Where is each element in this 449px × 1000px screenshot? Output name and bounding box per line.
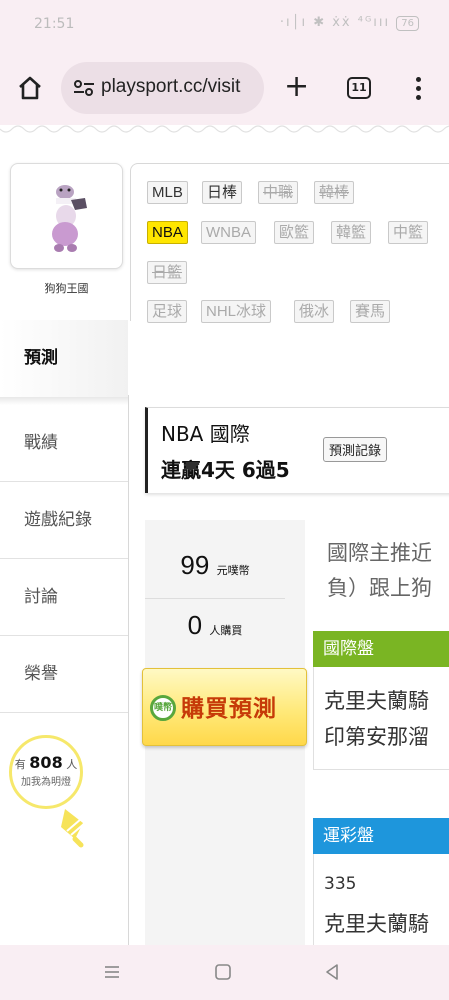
prediction-header: NBA 國際 連贏4天 6過5 預測記錄 — [145, 407, 449, 493]
page-divider — [0, 125, 449, 133]
coin-icon: 噗幣 — [150, 695, 176, 721]
more-menu-icon[interactable] — [410, 74, 426, 104]
lottery-game-code: 335 — [324, 874, 357, 894]
lottery-pick-line-1: 克里夫蘭騎 — [324, 912, 429, 936]
price-display: 99 元噗幣 — [145, 550, 285, 581]
league-tag-cba[interactable]: 中籃 — [388, 221, 429, 244]
status-bar: 21:51 ·ı│ı ✱ ẋẋ ⁴ᴳııı 76 — [0, 0, 449, 50]
league-tag-khl[interactable]: 俄冰 — [294, 300, 335, 323]
status-signal-icons: ·ı│ı ✱ ẋẋ ⁴ᴳııı — [279, 15, 391, 30]
buyers-value: 0 — [187, 610, 203, 640]
system-nav-bar — [0, 945, 449, 1000]
lamp-widget[interactable]: 有 808 人 加我為明燈 — [9, 735, 89, 848]
league-tag-nhl[interactable]: NHL冰球 — [201, 300, 272, 323]
league-tag-npb[interactable]: 日棒 — [202, 181, 243, 204]
recent-apps-icon[interactable] — [102, 962, 122, 982]
prediction-streak: 連贏4天 6過5 — [161, 458, 290, 482]
league-selector: MLB 日棒 中職 韓棒 NBA WNBA 歐籃 韓籃 中籃 日籃 足球 NHL… — [130, 163, 449, 323]
prediction-record-button[interactable]: 預測記錄 — [323, 437, 388, 462]
intl-pick-line-1: 克里夫蘭騎 — [324, 689, 429, 713]
intl-odds-body: 克里夫蘭騎 印第安那溜 — [313, 667, 449, 770]
lamp-circle — [9, 735, 83, 809]
buyers-unit: 人購買 — [209, 625, 243, 637]
league-tag-nba[interactable]: NBA — [147, 221, 188, 244]
lamp-count: 有 808 人 — [9, 753, 83, 772]
intro-line-1: 國際主推近 — [327, 541, 432, 565]
url-text: playsport.cc/visit — [101, 76, 241, 97]
home-icon[interactable] — [16, 74, 44, 102]
lamp-count-value: 808 — [29, 753, 63, 772]
home-nav-icon[interactable] — [213, 962, 233, 982]
buy-prediction-label: 購買預測 — [181, 696, 277, 722]
league-tag-horse-racing[interactable]: 賽馬 — [350, 300, 391, 323]
prediction-title: NBA 國際 — [161, 422, 250, 446]
lamp-prefix: 有 — [14, 758, 26, 771]
nav-separator — [0, 397, 128, 405]
battery-icon: 76 — [396, 16, 419, 31]
buyers-display: 0 人購買 — [145, 610, 285, 641]
lightbulb-icon — [61, 809, 86, 848]
stats-divider — [145, 598, 285, 599]
site-settings-icon[interactable] — [73, 78, 95, 98]
league-tag-cpbl[interactable]: 中職 — [258, 181, 299, 204]
league-tag-wnba[interactable]: WNBA — [201, 221, 256, 244]
prediction-content: 國際主推近 負）跟上狗 國際盤 克里夫蘭騎 印第安那溜 運彩盤 335 克里夫蘭… — [313, 520, 449, 945]
lamp-suffix: 人 — [66, 758, 78, 771]
lottery-odds-body: 335 克里夫蘭騎 — [313, 854, 449, 945]
status-icons: ·ı│ı ✱ ẋẋ ⁴ᴳııı 76 — [280, 15, 419, 31]
nav-item-discussion[interactable]: 討論 — [0, 559, 128, 636]
intl-odds-header: 國際盤 — [313, 631, 449, 667]
price-unit: 元噗幣 — [216, 565, 250, 577]
league-tag-soccer[interactable]: 足球 — [147, 300, 188, 323]
league-tag-euro-basketball[interactable]: 歐籃 — [274, 221, 315, 244]
column-divider — [128, 395, 129, 945]
left-nav: 預測 戰績 遊戲紀錄 討論 榮譽 — [0, 320, 128, 713]
avatar[interactable] — [10, 163, 123, 269]
new-tab-icon[interactable]: + — [284, 72, 309, 102]
avatar-image — [52, 185, 87, 252]
status-time: 21:51 — [34, 16, 75, 32]
league-tag-bleague[interactable]: 日籃 — [147, 261, 188, 284]
lottery-odds-header: 運彩盤 — [313, 818, 449, 854]
league-tag-mlb[interactable]: MLB — [147, 181, 188, 204]
league-tag-kbl[interactable]: 韓籃 — [331, 221, 372, 244]
tab-count-button[interactable]: 11 — [347, 77, 371, 99]
nav-item-record[interactable]: 戰績 — [0, 405, 128, 482]
prediction-intro: 國際主推近 負）跟上狗 — [327, 536, 432, 606]
nav-item-game-history[interactable]: 遊戲紀錄 — [0, 482, 128, 559]
price-value: 99 — [180, 550, 210, 580]
intro-line-2: 負）跟上狗 — [327, 576, 432, 600]
intl-pick-line-2: 印第安那溜 — [324, 725, 429, 749]
back-icon[interactable] — [322, 962, 342, 982]
lamp-caption: 加我為明燈 — [21, 777, 71, 788]
buy-prediction-button[interactable]: 噗幣 購買預測 — [142, 668, 307, 746]
profile-name[interactable]: 狗狗王國 — [10, 280, 123, 296]
address-bar[interactable]: playsport.cc/visit — [61, 62, 264, 114]
nav-item-honors[interactable]: 榮譽 — [0, 636, 128, 713]
nav-item-predictions[interactable]: 預測 — [0, 320, 128, 397]
league-tag-kbo[interactable]: 韓棒 — [314, 181, 355, 204]
browser-toolbar: playsport.cc/visit + 11 — [0, 50, 449, 125]
